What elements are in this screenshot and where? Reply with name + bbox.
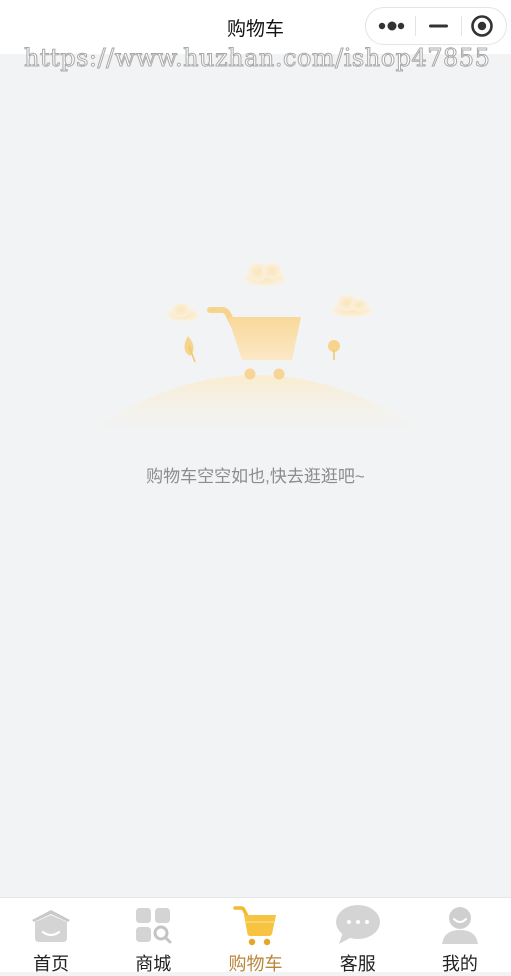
- chat-bubble-icon: [335, 905, 380, 944]
- close-button[interactable]: [462, 8, 506, 44]
- empty-cart-message: 购物车空空如也,快去逛逛吧~: [146, 467, 365, 486]
- minimize-icon: [429, 24, 448, 28]
- tab-home-label: 首页: [33, 954, 70, 974]
- tab-store-label: 商城: [135, 954, 172, 974]
- more-button[interactable]: [366, 8, 416, 44]
- minimize-button[interactable]: [416, 8, 461, 44]
- cart-icon: [232, 906, 276, 946]
- miniprogram-capsule: [365, 7, 507, 45]
- more-dots-icon: [378, 21, 405, 31]
- tab-service[interactable]: 客服: [307, 898, 409, 974]
- tab-cart[interactable]: 购物车: [204, 898, 306, 974]
- close-target-icon: [471, 15, 493, 37]
- watermark-url: https://www.huzhan.com/ishop47855: [23, 44, 491, 73]
- tab-service-label: 客服: [339, 954, 376, 974]
- tab-mine-label: 我的: [441, 954, 478, 974]
- bottom-tabbar: 首页 商城 购物车 客服 我的: [0, 897, 511, 974]
- empty-cart-illustration: [70, 263, 442, 445]
- store-grid-icon: [136, 908, 172, 944]
- tab-home[interactable]: 首页: [0, 898, 102, 974]
- user-icon: [441, 907, 478, 944]
- tab-mine[interactable]: 我的: [409, 898, 511, 974]
- home-icon: [32, 910, 71, 942]
- tab-cart-label: 购物车: [228, 954, 283, 974]
- tab-store[interactable]: 商城: [102, 898, 204, 974]
